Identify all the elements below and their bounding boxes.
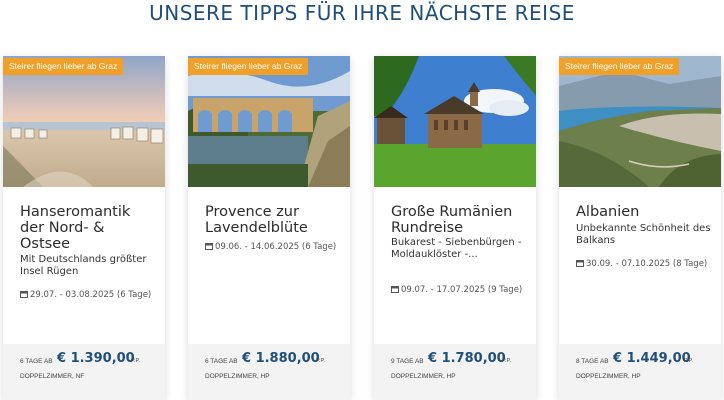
trip-title[interactable]: Große Rumänien Rundreise bbox=[391, 204, 529, 236]
trip-image-monastery[interactable] bbox=[374, 56, 536, 187]
room-info: DOPPELZIMMER, HP bbox=[576, 373, 641, 380]
duration-label: 6 TAGE AB bbox=[205, 358, 238, 365]
calendar-icon bbox=[20, 291, 28, 298]
promo-badge: Steirer fliegen lieber ab Graz bbox=[559, 58, 680, 75]
trip-image-coast[interactable] bbox=[559, 56, 721, 187]
price: € 1.449,00 bbox=[613, 351, 691, 366]
price-footer: 6 TAGE AB € 1.390,00 P.P. DOPPELZIMMER, … bbox=[3, 344, 165, 400]
price-footer: 6 TAGE AB € 1.880,00 P.P. DOPPELZIMMER, … bbox=[188, 344, 350, 400]
trip-dates: 29.07. - 03.08.2025 (6 Tage) bbox=[20, 290, 160, 301]
price-footer: 8 TAGE AB € 1.449,00 P.P. DOPPELZIMMER, … bbox=[559, 344, 721, 400]
price: € 1.880,00 bbox=[242, 351, 320, 366]
trip-card-albanien[interactable]: Steirer fliegen lieber ab Graz Albanien … bbox=[559, 56, 721, 400]
trip-card-provence[interactable]: Steirer fliegen lieber ab Graz Provence … bbox=[188, 56, 350, 400]
trip-card-hanseromantik[interactable]: Steirer fliegen lieber ab Graz Hanseroma… bbox=[3, 56, 165, 400]
price: € 1.390,00 bbox=[57, 351, 135, 366]
trip-title[interactable]: Albanien bbox=[576, 204, 714, 220]
calendar-icon bbox=[205, 243, 213, 250]
trip-card-rumaenien[interactable]: Große Rumänien Rundreise Bukarest - Sieb… bbox=[374, 56, 536, 400]
trip-dates: 09.06. - 14.06.2025 (6 Tage) bbox=[205, 242, 345, 253]
trip-subtitle: Unbekannte Schönheit des Balkans bbox=[576, 223, 711, 246]
room-info: DOPPELZIMMER, HP bbox=[205, 373, 270, 380]
duration-label: 6 TAGE AB bbox=[20, 358, 53, 365]
per-person-label: P.P. bbox=[316, 358, 325, 364]
trip-image-aqueduct[interactable] bbox=[188, 56, 350, 187]
calendar-icon bbox=[576, 260, 584, 267]
per-person-label: P.P. bbox=[684, 358, 693, 364]
trip-subtitle: Mit Deutschlands größter Insel Rügen bbox=[20, 254, 147, 277]
trip-image-beach[interactable] bbox=[3, 56, 165, 187]
duration-label: 9 TAGE AB bbox=[391, 358, 424, 365]
price-footer: 9 TAGE AB € 1.780,00 P.P. DOPPELZIMMER, … bbox=[374, 344, 536, 400]
room-info: DOPPELZIMMER, NF bbox=[20, 373, 85, 380]
room-info: DOPPELZIMMER, HP bbox=[391, 373, 456, 380]
per-person-label: P.P. bbox=[131, 358, 140, 364]
promo-badge: Steirer fliegen lieber ab Graz bbox=[3, 58, 124, 75]
duration-label: 8 TAGE AB bbox=[576, 358, 609, 365]
trip-title[interactable]: Hanseromantik der Nord- & Ostsee bbox=[20, 204, 158, 252]
section-heading: UNSERE TIPPS FÜR IHRE NÄCHSTE REISE bbox=[149, 1, 575, 25]
trip-dates: 09.07. - 17.07.2025 (9 Tage) bbox=[391, 285, 531, 296]
promo-badge: Steirer fliegen lieber ab Graz bbox=[188, 58, 309, 75]
trip-title[interactable]: Provence zur Lavendelblüte bbox=[205, 204, 343, 236]
price: € 1.780,00 bbox=[428, 351, 506, 366]
calendar-icon bbox=[391, 286, 399, 293]
trip-dates: 30.09. - 07.10.2025 (8 Tage) bbox=[576, 259, 716, 270]
trip-subtitle: Bukarest - Siebenbürgen - Moldauklöster … bbox=[391, 237, 522, 260]
per-person-label: P.P. bbox=[502, 358, 511, 364]
